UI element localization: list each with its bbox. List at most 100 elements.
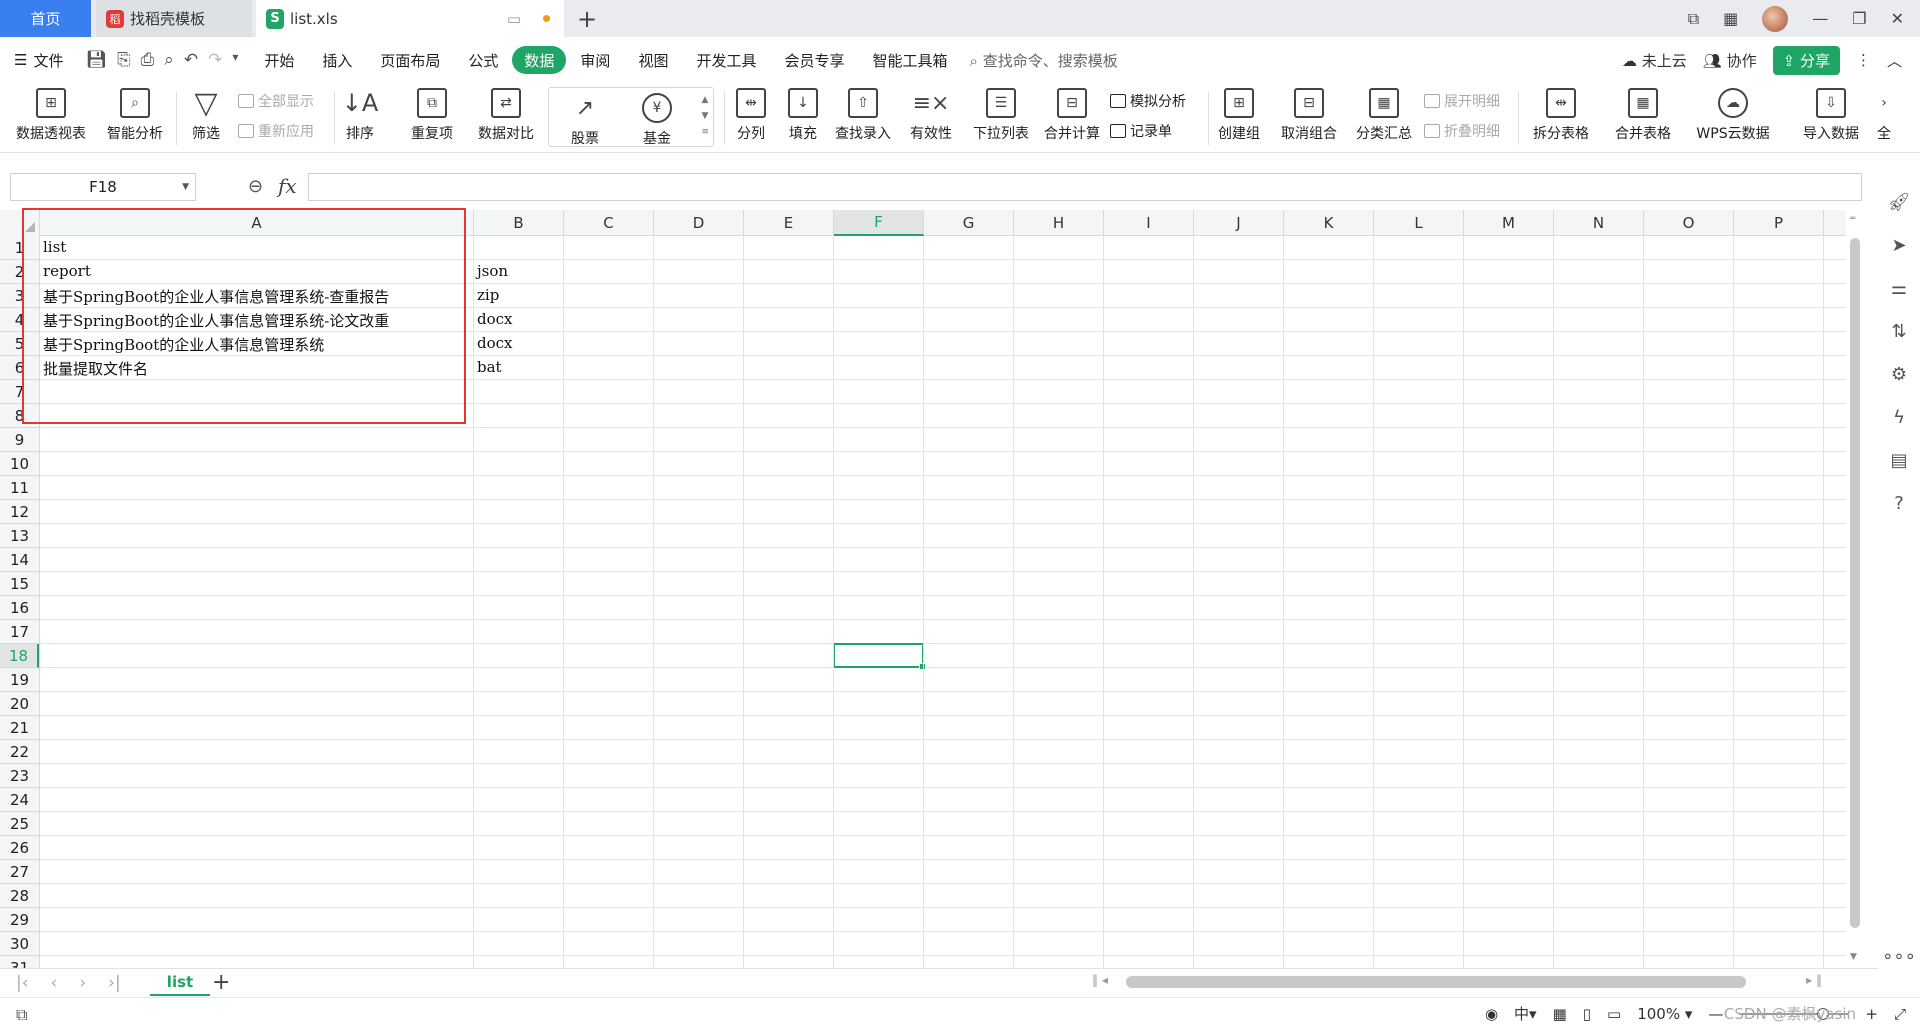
column-header-j[interactable]: J [1194,210,1284,236]
undo-icon[interactable]: ↶ [184,50,198,70]
zoom-out-icon[interactable]: — [1708,1005,1723,1023]
row-header-13[interactable]: 13 [0,524,39,548]
more-dots-icon[interactable]: ∘∘∘ [1882,946,1916,967]
print-icon[interactable]: ⎙ [141,50,155,70]
cell-b5[interactable]: docx [477,334,513,352]
pivot-table-button[interactable]: ⊞ 数据透视表 [10,83,92,153]
input-method-icon[interactable]: 中▾ [1514,1003,1537,1024]
cell-a3[interactable]: 基于SpringBoot的企业人事信息管理系统-查重报告 [43,286,389,307]
cursor-icon[interactable]: ➤ [1891,235,1906,256]
cells-area[interactable]: list report json 基于SpringBoot的企业人事信息管理系统-查重… [40,236,1846,968]
collapse-ribbon-icon[interactable]: ︿ [1887,50,1902,71]
split-table-button[interactable]: ⇹ 拆分表格 [1524,83,1598,153]
row-header-11[interactable]: 11 [0,476,39,500]
help-icon[interactable]: ? [1894,493,1904,514]
eye-protection-icon[interactable]: ◉ [1485,1005,1498,1023]
macro-record-icon[interactable]: ⧉ [16,1005,27,1025]
cell-b6[interactable]: bat [477,358,502,376]
row-header-6[interactable]: 6 [0,356,39,380]
column-header-p[interactable]: P [1734,210,1824,236]
menu-tab-9[interactable]: 智能工具箱 [858,46,961,74]
cell-b2[interactable]: json [477,262,508,280]
tab-home[interactable]: 首页 [0,0,91,37]
row-header-2[interactable]: 2 [0,260,39,284]
column-header-o[interactable]: O [1644,210,1734,236]
first-sheet-icon[interactable]: |‹ [16,973,29,993]
fund-button[interactable]: ¥ 基金 [627,88,687,158]
redo-icon[interactable]: ↷ [208,50,222,70]
column-header-m[interactable]: M [1464,210,1554,236]
duplicates-button[interactable]: ⧉ 重复项 [402,83,462,153]
row-header-1[interactable]: 1 [0,236,39,260]
row-header-21[interactable]: 21 [0,716,39,740]
expand-detail-button[interactable]: 展开明细 [1424,91,1500,111]
row-header-30[interactable]: 30 [0,932,39,956]
tab-file[interactable]: S list.xls ▭ [256,0,564,37]
row-header-22[interactable]: 22 [0,740,39,764]
row-header-15[interactable]: 15 [0,572,39,596]
menu-tab-3[interactable]: 公式 [454,46,512,74]
import-data-button[interactable]: ⇩ 导入数据 [1796,83,1866,153]
scroll-down-icon[interactable]: ▼ [1850,952,1857,962]
column-header-i[interactable]: I [1104,210,1194,236]
rocket-icon[interactable]: 🚀︎ [1888,192,1911,213]
collab-button[interactable]: 👥︎ 协作 [1703,50,1757,71]
sort-button[interactable]: ↓A 排序 [338,83,382,153]
save-icon[interactable]: 💾︎ [85,50,107,70]
row-header-19[interactable]: 19 [0,668,39,692]
spreadsheet-grid[interactable]: ABCDEFGHIJKLMNOP 1 2 3 4 5 6 7 8 9 10 11 12 13 14 15 16… [0,210,1846,968]
row-header-14[interactable]: 14 [0,548,39,572]
book-icon[interactable]: ▤ [1890,450,1907,471]
menu-tab-4[interactable]: 数据 [512,46,567,74]
formula-input[interactable] [308,173,1862,201]
command-search[interactable]: ⌕ 查找命令、搜索模板 [970,50,1118,71]
zoom-formula-icon[interactable]: ⊖ [248,176,263,197]
page-break-icon[interactable]: ▭ [1607,1005,1621,1023]
cell-b3[interactable]: zip [477,286,499,304]
row-header-26[interactable]: 26 [0,836,39,860]
scroll-up-icon[interactable]: ═ [1850,214,1855,224]
normal-view-icon[interactable]: ▦ [1553,1005,1567,1023]
sliders-icon[interactable]: ⚌ [1891,278,1907,299]
gallery-scroll-icon[interactable]: ▲ ▼ ≡ [701,92,709,140]
row-header-12[interactable]: 12 [0,500,39,524]
fill-button[interactable]: ↓ 填充 [780,83,826,153]
file-menu[interactable]: ☰ 文件 [0,46,77,74]
show-all-button[interactable]: 全部显示 [238,91,314,111]
cell-b4[interactable]: docx [477,310,513,328]
simulate-analysis-button[interactable]: 模拟分析 [1110,91,1186,111]
menu-tab-2[interactable]: 页面布局 [366,46,454,74]
cloud-status[interactable]: ☁ 未上云 [1622,50,1687,71]
row-header-27[interactable]: 27 [0,860,39,884]
menu-tab-7[interactable]: 开发工具 [682,46,770,74]
horizontal-scrollbar[interactable]: ‖ ◂ ▸ ‖ [1092,973,1822,989]
row-header-16[interactable]: 16 [0,596,39,620]
row-header-9[interactable]: 9 [0,428,39,452]
apps-grid-icon[interactable]: ▦ [1723,9,1738,28]
record-form-button[interactable]: 记录单 [1110,121,1172,141]
sheet-tab-list[interactable]: list [150,969,210,996]
row-header-28[interactable]: 28 [0,884,39,908]
monitor-icon[interactable]: ▭ [507,10,521,28]
row-header-8[interactable]: 8 [0,404,39,428]
cell-a2[interactable]: report [43,262,91,280]
lightning-icon[interactable]: ϟ [1893,407,1905,428]
cell-a5[interactable]: 基于SpringBoot的企业人事信息管理系统 [43,334,324,355]
scroll-left-icon[interactable]: ‖ ◂ [1092,973,1108,987]
prev-sheet-icon[interactable]: ‹ [51,973,58,993]
filter-button[interactable]: ▽ 筛选 [182,83,230,153]
compare-button[interactable]: ⇄ 数据对比 [470,83,542,153]
zoom-in-icon[interactable]: + [1865,1005,1878,1023]
share-button[interactable]: ⇪ 分享 [1772,45,1840,75]
vertical-scrollbar[interactable]: ═ ▼ [1846,210,1866,970]
close-icon[interactable]: ✕ [1891,9,1904,28]
column-header-k[interactable]: K [1284,210,1374,236]
consolidate-button[interactable]: ⊟ 合并计算 [1040,83,1104,153]
column-header-e[interactable]: E [744,210,834,236]
row-header-4[interactable]: 4 [0,308,39,332]
row-header-5[interactable]: 5 [0,332,39,356]
row-header-24[interactable]: 24 [0,788,39,812]
minimize-icon[interactable]: — [1812,9,1828,28]
export-pdf-icon[interactable]: ⎘ [117,50,131,70]
restore-icon[interactable]: ❐ [1852,9,1866,28]
